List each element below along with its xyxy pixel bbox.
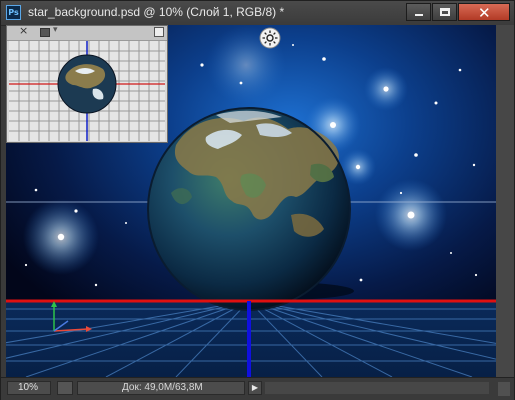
close-icon: ✕ <box>478 4 491 22</box>
minimize-icon <box>415 14 423 16</box>
menu-icon[interactable] <box>40 28 50 37</box>
close-icon[interactable]: × <box>19 24 28 37</box>
navigator-panel[interactable]: × ▾ <box>6 24 168 143</box>
navigator-header: × ▾ <box>7 24 167 41</box>
vertical-scroll-track[interactable] <box>496 25 514 377</box>
expand-icon[interactable] <box>154 27 164 37</box>
maximize-icon <box>440 8 450 16</box>
info-icon[interactable] <box>57 381 73 395</box>
maximize-button[interactable] <box>432 3 457 21</box>
light-icon[interactable] <box>259 27 281 49</box>
title-bar[interactable]: Ps star_background.psd @ 10% (Слой 1, RG… <box>1 1 514 26</box>
window-title: star_background.psd @ 10% (Слой 1, RGB/8… <box>28 5 285 19</box>
status-bar: 10% Док: 49,0M/63,8M ▶ <box>1 377 514 400</box>
minimize-button[interactable] <box>406 3 431 21</box>
photoshop-icon: Ps <box>6 5 21 20</box>
document-window: Ps star_background.psd @ 10% (Слой 1, RG… <box>0 0 515 400</box>
navigator-preview[interactable] <box>9 41 165 141</box>
chevron-down-icon[interactable]: ▾ <box>53 25 58 35</box>
document-size-info[interactable]: Док: 49,0M/63,8M <box>77 381 245 395</box>
zoom-level-field[interactable]: 10% <box>7 381 51 395</box>
status-menu-arrow-icon[interactable]: ▶ <box>248 381 262 395</box>
close-button[interactable]: ✕ <box>458 3 510 22</box>
resize-grip-icon[interactable] <box>498 382 510 396</box>
horizontal-scroll-track[interactable] <box>265 382 489 394</box>
